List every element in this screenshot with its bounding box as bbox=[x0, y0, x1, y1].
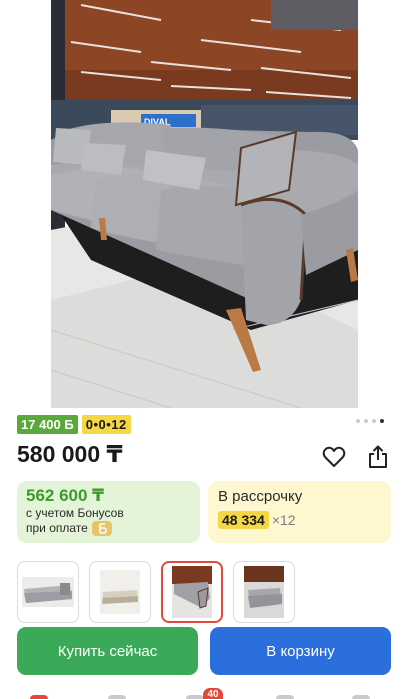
bonus-price: 562 600 ₸ bbox=[26, 486, 105, 505]
thumbnail-strip bbox=[17, 561, 295, 623]
thumbnail-2[interactable] bbox=[89, 561, 151, 623]
installment-badge: 0•0•12 bbox=[81, 415, 131, 434]
bonus-note-line2: при оплате bbox=[26, 521, 88, 535]
carousel-dot-active bbox=[380, 419, 384, 423]
sofa-thumbnail-image bbox=[244, 566, 284, 618]
add-to-cart-button[interactable]: В корзину bbox=[210, 627, 391, 675]
thumbnail-3[interactable] bbox=[161, 561, 223, 623]
installment-title: В рассрочку bbox=[218, 488, 303, 505]
installment-times: ×12 bbox=[271, 512, 296, 528]
installment-amount: 48 334 bbox=[218, 511, 269, 529]
heart-icon bbox=[322, 446, 346, 467]
nav-orders-icon[interactable] bbox=[276, 695, 294, 699]
bonus-price-card[interactable]: 562 600 ₸ с учетом Бонусов при оплате bbox=[17, 481, 200, 543]
buy-now-button[interactable]: Купить сейчас bbox=[17, 627, 198, 675]
bonus-note-line1: с учетом Бонусов bbox=[26, 506, 124, 520]
favorite-button[interactable] bbox=[321, 444, 347, 470]
carousel-dot bbox=[356, 419, 360, 423]
sofa-thumbnail-image bbox=[22, 577, 74, 607]
share-icon bbox=[369, 445, 387, 468]
share-button[interactable] bbox=[365, 444, 391, 470]
carousel-dot bbox=[364, 419, 368, 423]
installment-card[interactable]: В рассрочку 48 334 ×12 bbox=[208, 481, 391, 543]
carousel-dots bbox=[356, 419, 384, 423]
nav-home-icon[interactable] bbox=[30, 695, 48, 699]
product-price: 580 000 ₸ bbox=[17, 441, 123, 467]
sofa-photo-illustration: DIVAL bbox=[51, 0, 358, 408]
product-gallery[interactable]: DIVAL bbox=[0, 0, 408, 408]
bonus-badge: 17 400 Б bbox=[17, 415, 78, 434]
sofa-thumbnail-image bbox=[172, 566, 212, 618]
thumbnail-4[interactable] bbox=[233, 561, 295, 623]
carousel-dot bbox=[372, 419, 376, 423]
bonus-coin-icon bbox=[91, 521, 112, 536]
cart-count-badge: 40 bbox=[203, 688, 223, 699]
product-badges: 17 400 Б 0•0•12 bbox=[17, 415, 131, 434]
thumbnail-1[interactable] bbox=[17, 561, 79, 623]
nav-profile-icon[interactable] bbox=[352, 695, 370, 699]
nav-cart-icon[interactable] bbox=[186, 695, 204, 699]
product-photo[interactable]: DIVAL bbox=[51, 0, 358, 408]
sofa-thumbnail-image bbox=[100, 570, 140, 614]
nav-catalog-icon[interactable] bbox=[108, 695, 126, 699]
